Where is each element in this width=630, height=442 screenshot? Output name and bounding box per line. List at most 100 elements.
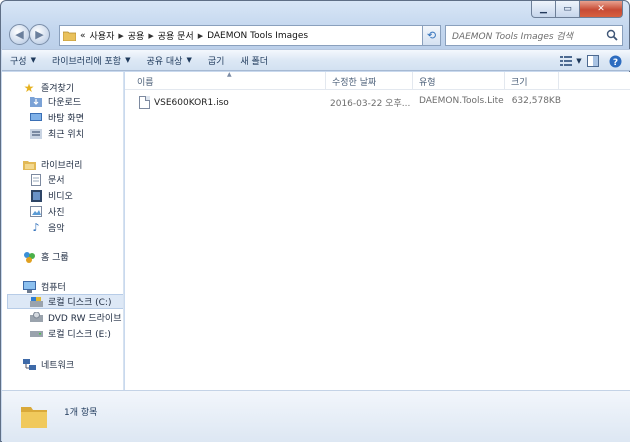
column-header-type[interactable]: 유형 [413,72,505,90]
breadcrumb-users[interactable]: 사용자 [90,29,115,42]
new-folder-button[interactable]: 새 폴더 [232,50,276,70]
nav-item-pictures[interactable]: 사진 [29,204,65,219]
nav-computer-label: 컴퓨터 [41,283,66,293]
organize-button[interactable]: 구성 ▼ [2,50,44,70]
recent-places-icon [29,128,43,140]
nav-item-music[interactable]: ♪ 음악 [29,220,64,235]
column-header-size[interactable]: 크기 [505,72,559,90]
file-name-cell[interactable]: VSE600KOR1.iso [139,96,325,109]
minimize-icon: ▁ [540,4,547,14]
search-icon[interactable] [606,29,618,41]
pictures-icon [29,206,43,218]
forward-arrow-icon: ▶ [35,28,44,41]
breadcrumb-separator-icon[interactable]: ▶ [148,32,153,40]
nav-item-local-disk-c[interactable]: 로컬 디스크 (C:) [7,294,123,309]
back-arrow-icon: ◀ [15,28,24,41]
address-bar[interactable]: « 사용자 ▶ 공용 ▶ 공용 문서 ▶ DAEMON Tools Images… [59,25,439,46]
star-icon: ★ [23,80,35,95]
nav-favorites[interactable]: ★ 즐겨찾기 [22,80,75,95]
column-size-label: 크기 [511,77,528,88]
nav-item-local-disk-e[interactable]: 로컬 디스크 (E:) [29,326,111,341]
nav-item-documents[interactable]: 문서 [29,172,65,187]
documents-icon [29,173,43,186]
nav-item-downloads[interactable]: 다운로드 [29,94,81,109]
table-row[interactable]: VSE600KOR1.iso 2016-03-22 오후... DAEMON.T… [125,94,630,111]
system-drive-icon [29,296,43,308]
preview-pane-icon [587,55,599,67]
nav-libraries-label: 라이브러리 [41,161,83,171]
forward-button[interactable]: ▶ [29,24,50,45]
breadcrumb-separator-icon[interactable]: ▶ [198,32,203,40]
videos-icon [29,189,43,202]
nav-network-label: 네트워크 [41,361,75,371]
minimize-button[interactable]: ▁ [531,1,556,18]
explorer-window: ▁ ▭ ✕ ◀ ▶ « 사용자 ▶ 공용 ▶ 공용 문서 ▶ DAEMON To… [0,0,630,442]
nav-local-disk-c-label: 로컬 디스크 (C:) [48,298,112,308]
nav-item-desktop[interactable]: 바탕 화면 [29,110,84,125]
nav-item-videos[interactable]: 비디오 [29,188,73,203]
preview-pane-button[interactable] [582,51,604,71]
folder-icon [63,31,76,41]
nav-libraries[interactable]: 라이브러리 [22,157,82,172]
nav-videos-label: 비디오 [48,192,73,202]
command-bar: 구성 ▼ 라이브러리에 포함 ▼ 공유 대상 ▼ 굽기 새 폴더 ▼ ? [2,49,630,71]
close-icon: ✕ [597,4,605,14]
nav-network[interactable]: 네트워크 [22,357,74,372]
refresh-icon: ⟲ [426,29,437,42]
downloads-folder-icon [29,96,43,108]
column-header-name[interactable]: 이름 ▲ [125,71,326,90]
folder-icon [21,407,47,428]
column-type-label: 유형 [419,77,436,88]
maximize-button[interactable]: ▭ [556,1,580,18]
file-date: 2016-03-22 오후... [330,99,411,109]
maximize-icon: ▭ [563,4,572,14]
nav-item-recent-places[interactable]: 최근 위치 [29,126,84,141]
nav-recent-places-label: 최근 위치 [48,130,84,140]
sort-ascending-icon: ▲ [227,71,232,78]
file-list: 이름 ▲ 수정한 날짜 유형 크기 VSE600KOR1.iso 2016-03… [125,71,630,390]
view-controls: ▼ ? [560,51,626,71]
breadcrumb-daemon-tools-images[interactable]: DAEMON Tools Images [207,31,308,41]
search-placeholder: DAEMON Tools Images 검색 [452,32,573,42]
include-in-library-button[interactable]: 라이브러리에 포함 ▼ [44,50,139,70]
close-button[interactable]: ✕ [580,1,623,18]
search-input[interactable]: DAEMON Tools Images 검색 [445,25,623,46]
nav-favorites-label: 즐겨찾기 [41,84,75,94]
breadcrumb-public-documents[interactable]: 공용 문서 [158,29,194,42]
nav-dvd-drive-label: DVD RW 드라이브 ( [48,314,124,324]
nav-item-dvd-drive[interactable]: DVD RW 드라이브 ( [29,310,124,325]
view-details-icon [560,56,573,66]
nav-downloads-label: 다운로드 [48,98,82,108]
nav-homegroup[interactable]: 홈 그룹 [22,249,69,264]
share-with-label: 공유 대상 [146,56,183,67]
file-name: VSE600KOR1.iso [154,97,229,108]
file-size: 632,578KB [511,96,561,106]
library-icon [22,159,36,171]
network-icon [22,358,36,371]
breadcrumb-public[interactable]: 공용 [128,29,145,42]
change-view-button[interactable]: ▼ [560,51,582,71]
item-count: 1개 항목 [64,408,98,418]
breadcrumb-separator-icon[interactable]: ▶ [118,32,123,40]
column-header-date[interactable]: 수정한 날짜 [326,72,413,90]
hard-drive-icon [29,328,43,340]
address-prefix[interactable]: « [80,31,86,41]
chevron-down-icon: ▼ [576,57,582,65]
nav-desktop-label: 바탕 화면 [48,114,84,124]
details-pane: 1개 항목 [2,390,630,442]
chevron-down-icon: ▼ [125,56,131,64]
nav-pictures-label: 사진 [48,208,65,218]
back-button[interactable]: ◀ [9,24,30,45]
help-button[interactable]: ? [604,51,626,71]
column-header-row: 이름 ▲ 수정한 날짜 유형 크기 [125,71,630,90]
nav-local-disk-e-label: 로컬 디스크 (E:) [48,330,111,340]
share-with-button[interactable]: 공유 대상 ▼ [138,50,199,70]
refresh-button[interactable]: ⟲ [422,25,441,46]
burn-button[interactable]: 굽기 [200,50,233,70]
dvd-drive-icon [29,312,43,324]
nav-computer[interactable]: 컴퓨터 [22,279,66,294]
svg-text:?: ? [612,58,617,68]
column-date-label: 수정한 날짜 [332,77,377,88]
help-icon: ? [609,55,621,68]
new-folder-label: 새 폴더 [240,56,269,67]
